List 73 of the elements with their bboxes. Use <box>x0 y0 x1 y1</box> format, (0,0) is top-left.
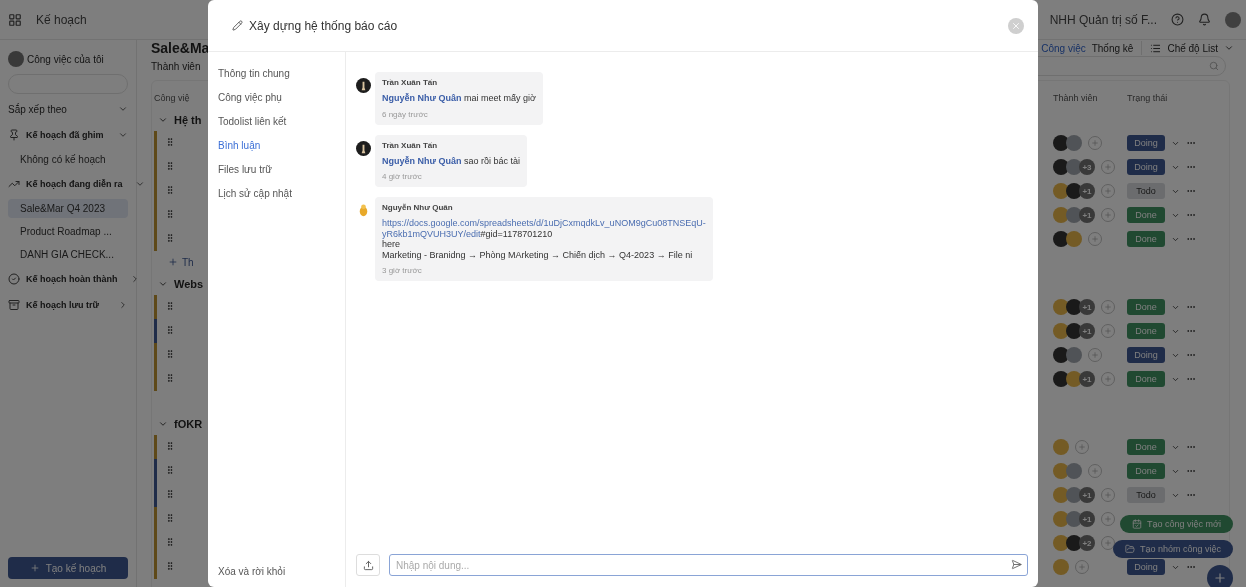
dialog-tab[interactable]: Files lưu trữ <box>218 157 335 181</box>
status-badge[interactable]: Todo <box>1127 487 1165 503</box>
add-task-link[interactable]: Th <box>182 256 194 268</box>
group-title: Hệ th <box>174 114 202 126</box>
status-badge[interactable]: Done <box>1127 439 1165 455</box>
status-badge[interactable]: Done <box>1127 463 1165 479</box>
comment-time: 6 ngày trước <box>382 109 429 119</box>
plan-item[interactable]: Product Roadmap ... <box>8 222 128 241</box>
dialog-tab[interactable]: Bình luận <box>218 133 335 157</box>
member-count: +1 <box>1079 323 1095 339</box>
status-badge[interactable]: Done <box>1127 231 1165 247</box>
member-count: +1 <box>1079 487 1095 503</box>
url-link[interactable]: https://docs.google.com/spreadsheets/d/1uDjCxmqdkLv_uNOM9gCu08TNSEqU- <box>382 218 706 228</box>
status-badge[interactable]: Done <box>1127 323 1165 339</box>
comment-time: 4 giờ trước <box>382 172 423 181</box>
section-title[interactable]: Kế hoạch lưu trữ <box>26 300 100 310</box>
section-title[interactable]: Kế hoạch đang diễn ra <box>26 179 123 189</box>
comment-author: Trần Xuân Tấn <box>382 140 439 150</box>
view-tab[interactable]: Thống kê <box>1091 42 1134 54</box>
comment-text: Marketing - Branidng → Phòng MArketing → Chiến dịch → Q4-2023 → File ni <box>382 249 694 260</box>
member-count: +1 <box>1079 207 1095 223</box>
comment-author: Trần Xuân Tấn <box>382 78 439 87</box>
column-header: Trạng thái <box>1127 93 1168 103</box>
plan-item[interactable]: DANH GIA CHECK... <box>8 245 128 264</box>
url-link[interactable]: yR6kb1mQVUH3UY/edit <box>382 228 481 239</box>
member-count: +3 <box>1079 159 1095 175</box>
status-badge[interactable]: Doing <box>1127 347 1165 363</box>
fab-action-button[interactable]: Tạo công việc mới <box>1120 515 1233 533</box>
status-badge[interactable]: Doing <box>1127 135 1165 151</box>
dialog-tab[interactable]: Công việc phụ <box>218 85 335 109</box>
status-badge[interactable]: Done <box>1127 207 1165 223</box>
comment-text: yR6kb1mQVUH3UY/edit#gid=1178701210 <box>382 228 554 239</box>
view-mode-dropdown[interactable]: Chế độ List <box>1167 42 1218 54</box>
status-badge[interactable]: Done <box>1127 371 1165 387</box>
column-header: Thành viên <box>1053 93 1098 103</box>
group-title: Webs <box>174 278 204 290</box>
plan-title: Sale&Ma <box>151 40 210 56</box>
member-count: +2 <box>1079 535 1095 551</box>
comment-text: Nguyễn Như Quân mai meet mấy giờ <box>382 93 536 104</box>
view-tab[interactable]: Công việc <box>1041 42 1086 54</box>
organization-name[interactable]: NHH Quản trị số F... <box>1049 12 1157 27</box>
comment-author: Nguyễn Như Quân <box>382 203 454 212</box>
status-badge[interactable]: Doing <box>1127 159 1165 175</box>
status-badge[interactable]: Todo <box>1127 183 1165 199</box>
nav-link[interactable]: Kế hoạch <box>36 12 87 27</box>
section-title[interactable]: Kế hoạch đã ghim <box>26 130 104 140</box>
mention-link[interactable]: Nguyễn Như Quân <box>382 155 462 166</box>
member-count: +1 <box>1079 183 1095 199</box>
my-tasks-link[interactable]: Công việc của tôi <box>27 53 104 65</box>
section-title[interactable]: Kế hoạch hoàn thành <box>26 274 118 284</box>
plan-item[interactable]: Sale&Mar Q4 2023 <box>8 199 128 218</box>
member-count: +1 <box>1079 511 1095 527</box>
status-badge[interactable]: Done <box>1127 299 1165 315</box>
group-title: fOKR <box>174 418 203 430</box>
member-count: +1 <box>1079 299 1095 315</box>
status-badge[interactable]: Doing <box>1127 559 1165 575</box>
member-filter[interactable]: Thành viên <box>151 60 201 72</box>
create-plan-button[interactable]: Tạo kế hoạch <box>8 557 128 579</box>
comment-text: Nguyễn Như Quân sao rồi bác tài <box>382 155 521 166</box>
mention-link[interactable]: Nguyễn Như Quân <box>382 93 462 103</box>
leave-link[interactable]: Xóa và rời khỏi <box>218 566 335 577</box>
comment-input[interactable]: Nhập nội dung... <box>389 554 1028 576</box>
fab-action-button[interactable]: Tạo nhóm công việc <box>1112 540 1233 558</box>
dialog-tab[interactable]: Todolist liên kết <box>218 109 335 133</box>
empty-message: Không có kế hoạch <box>19 153 107 167</box>
column-header: Công việ <box>154 93 190 103</box>
dialog-tab[interactable]: Thông tin chung <box>218 61 335 85</box>
comment-time: 3 giờ trước <box>382 266 423 275</box>
dialog-title: Xây dựng hệ thống báo cáo <box>249 18 399 33</box>
sort-label[interactable]: Sắp xếp theo <box>8 103 67 115</box>
member-count: +1 <box>1079 371 1095 387</box>
comment-text: here <box>382 239 401 250</box>
dialog-tab[interactable]: Lịch sử cập nhật <box>218 181 335 205</box>
